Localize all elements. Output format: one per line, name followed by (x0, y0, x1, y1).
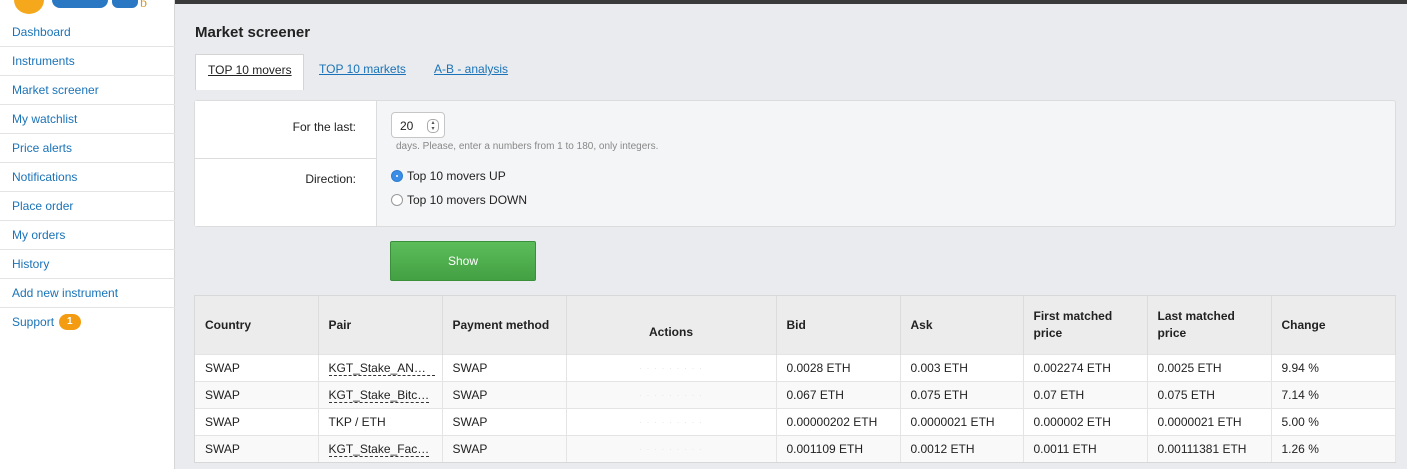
cell-bid: 0.0028 ETH (776, 354, 901, 382)
cell-last-price: 0.0025 ETH (1147, 354, 1272, 382)
sidebar-nav: Dashboard Instruments Market screener My… (0, 18, 175, 336)
cell-ask: 0.003 ETH (900, 354, 1024, 382)
cell-actions[interactable]: · · · · · · · · · (566, 354, 777, 382)
cell-change: 7.14 % (1271, 381, 1396, 409)
col-header-country[interactable]: Country (195, 296, 319, 355)
cell-pair: TKP / ETH (318, 408, 443, 436)
show-button[interactable]: Show (390, 241, 536, 281)
radio-unselected-icon[interactable] (391, 193, 403, 206)
cell-payment: SWAP (442, 381, 567, 409)
sidebar-item-label: Support (12, 315, 55, 329)
cell-ask: 0.0012 ETH (900, 435, 1024, 462)
tab-top-10-markets[interactable]: TOP 10 markets (307, 54, 418, 90)
sidebar-item-market-screener[interactable]: Market screener (0, 76, 175, 105)
col-header-pair[interactable]: Pair (318, 296, 443, 355)
col-header-first-matched-price[interactable]: First matched price (1023, 296, 1148, 355)
cell-change: 5.00 % (1271, 408, 1396, 436)
cell-bid: 0.001109 ETH (776, 435, 901, 462)
cell-ask: 0.075 ETH (900, 381, 1024, 409)
logo: b (0, 0, 175, 18)
cell-change: 1.26 % (1271, 435, 1396, 462)
cell-ask: 0.0000021 ETH (900, 408, 1024, 436)
tab-top-10-movers[interactable]: TOP 10 movers (195, 54, 304, 90)
support-count-badge: 1 (59, 313, 81, 330)
pair-link[interactable]: KGT_Stake_ANN… (328, 361, 435, 376)
filter-form: For the last: Direction: 20 ▴ ▾ days. Ple… (194, 100, 1396, 227)
cell-pair[interactable]: KGT_Stake_ANN… (318, 354, 443, 382)
cell-actions[interactable]: · · · · · · · · · (566, 381, 777, 409)
cell-first-price: 0.07 ETH (1023, 381, 1148, 409)
cell-first-price: 0.000002 ETH (1023, 408, 1148, 436)
cell-last-price: 0.0000021 ETH (1147, 408, 1272, 436)
cell-payment: SWAP (442, 408, 567, 436)
col-header-ask[interactable]: Ask (900, 296, 1024, 355)
cell-actions[interactable]: · · · · · · · · · (566, 435, 777, 462)
sidebar-item-add-new-instrument[interactable]: Add new instrument (0, 279, 175, 308)
cell-actions[interactable]: · · · · · · · · · (566, 408, 777, 436)
cell-bid: 0.067 ETH (776, 381, 901, 409)
radio-label: Top 10 movers UP (407, 169, 506, 183)
table-header-row: Country Pair Payment method Actions Bid … (195, 296, 1396, 355)
cell-first-price: 0.002274 ETH (1023, 354, 1148, 382)
cell-country: SWAP (195, 435, 319, 462)
cell-first-price: 0.0011 ETH (1023, 435, 1148, 462)
sidebar: b Dashboard Instruments Market screener … (0, 0, 175, 469)
sidebar-item-my-watchlist[interactable]: My watchlist (0, 105, 175, 134)
table-row: SWAP KGT_Stake_Bitc… SWAP · · · · · · · … (195, 381, 1396, 409)
radio-label: Top 10 movers DOWN (407, 193, 528, 207)
pair-link[interactable]: KGT_Stake_Fac… (328, 442, 430, 457)
cell-payment: SWAP (442, 354, 567, 382)
radio-selected-icon[interactable] (391, 169, 403, 182)
sidebar-item-my-orders[interactable]: My orders (0, 221, 175, 250)
direction-label: Direction: (305, 172, 356, 186)
movers-table: Country Pair Payment method Actions Bid … (194, 295, 1396, 463)
sidebar-item-notifications[interactable]: Notifications (0, 163, 175, 192)
radio-movers-up[interactable]: Top 10 movers UP (391, 169, 506, 183)
days-value: 20 (400, 119, 414, 133)
sidebar-item-instruments[interactable]: Instruments (0, 47, 175, 76)
col-header-actions: Actions (566, 296, 777, 355)
col-header-bid[interactable]: Bid (776, 296, 901, 355)
sidebar-item-history[interactable]: History (0, 250, 175, 279)
main-content: Market screener TOP 10 movers TOP 10 mar… (176, 4, 1407, 469)
table-row: SWAP KGT_Stake_ANN… SWAP · · · · · · · ·… (195, 354, 1396, 382)
table-row: SWAP TKP / ETH SWAP · · · · · · · · · 0.… (195, 408, 1396, 436)
days-number-input[interactable]: 20 ▴ ▾ (391, 112, 445, 138)
cell-country: SWAP (195, 354, 319, 382)
cell-last-price: 0.00111381 ETH (1147, 435, 1272, 462)
sidebar-item-dashboard[interactable]: Dashboard (0, 18, 175, 47)
cell-country: SWAP (195, 408, 319, 436)
period-label: For the last: (292, 120, 356, 134)
sidebar-item-support[interactable]: Support 1 (0, 308, 175, 336)
period-hint: days. Please, enter a numbers from 1 to … (396, 141, 659, 152)
col-header-payment-method[interactable]: Payment method (442, 296, 567, 355)
cell-pair[interactable]: KGT_Stake_Fac… (318, 435, 443, 462)
page-title: Market screener (195, 24, 311, 41)
cell-last-price: 0.075 ETH (1147, 381, 1272, 409)
sidebar-item-place-order[interactable]: Place order (0, 192, 175, 221)
cell-payment: SWAP (442, 435, 567, 462)
col-header-change[interactable]: Change (1271, 296, 1396, 355)
tab-a-b-analysis[interactable]: A-B - analysis (422, 54, 520, 90)
col-header-last-matched-price[interactable]: Last matched price (1147, 296, 1272, 355)
pair-link[interactable]: KGT_Stake_Bitc… (328, 388, 430, 403)
cell-pair[interactable]: KGT_Stake_Bitc… (318, 381, 443, 409)
radio-movers-down[interactable]: Top 10 movers DOWN (391, 193, 527, 207)
spinner-arrows-icon[interactable]: ▴ ▾ (427, 119, 439, 133)
form-label-column: For the last: Direction: (195, 101, 377, 226)
cell-bid: 0.00000202 ETH (776, 408, 901, 436)
cell-change: 9.94 % (1271, 354, 1396, 382)
table-row: SWAP KGT_Stake_Fac… SWAP · · · · · · · ·… (195, 435, 1396, 462)
cell-country: SWAP (195, 381, 319, 409)
sidebar-item-price-alerts[interactable]: Price alerts (0, 134, 175, 163)
